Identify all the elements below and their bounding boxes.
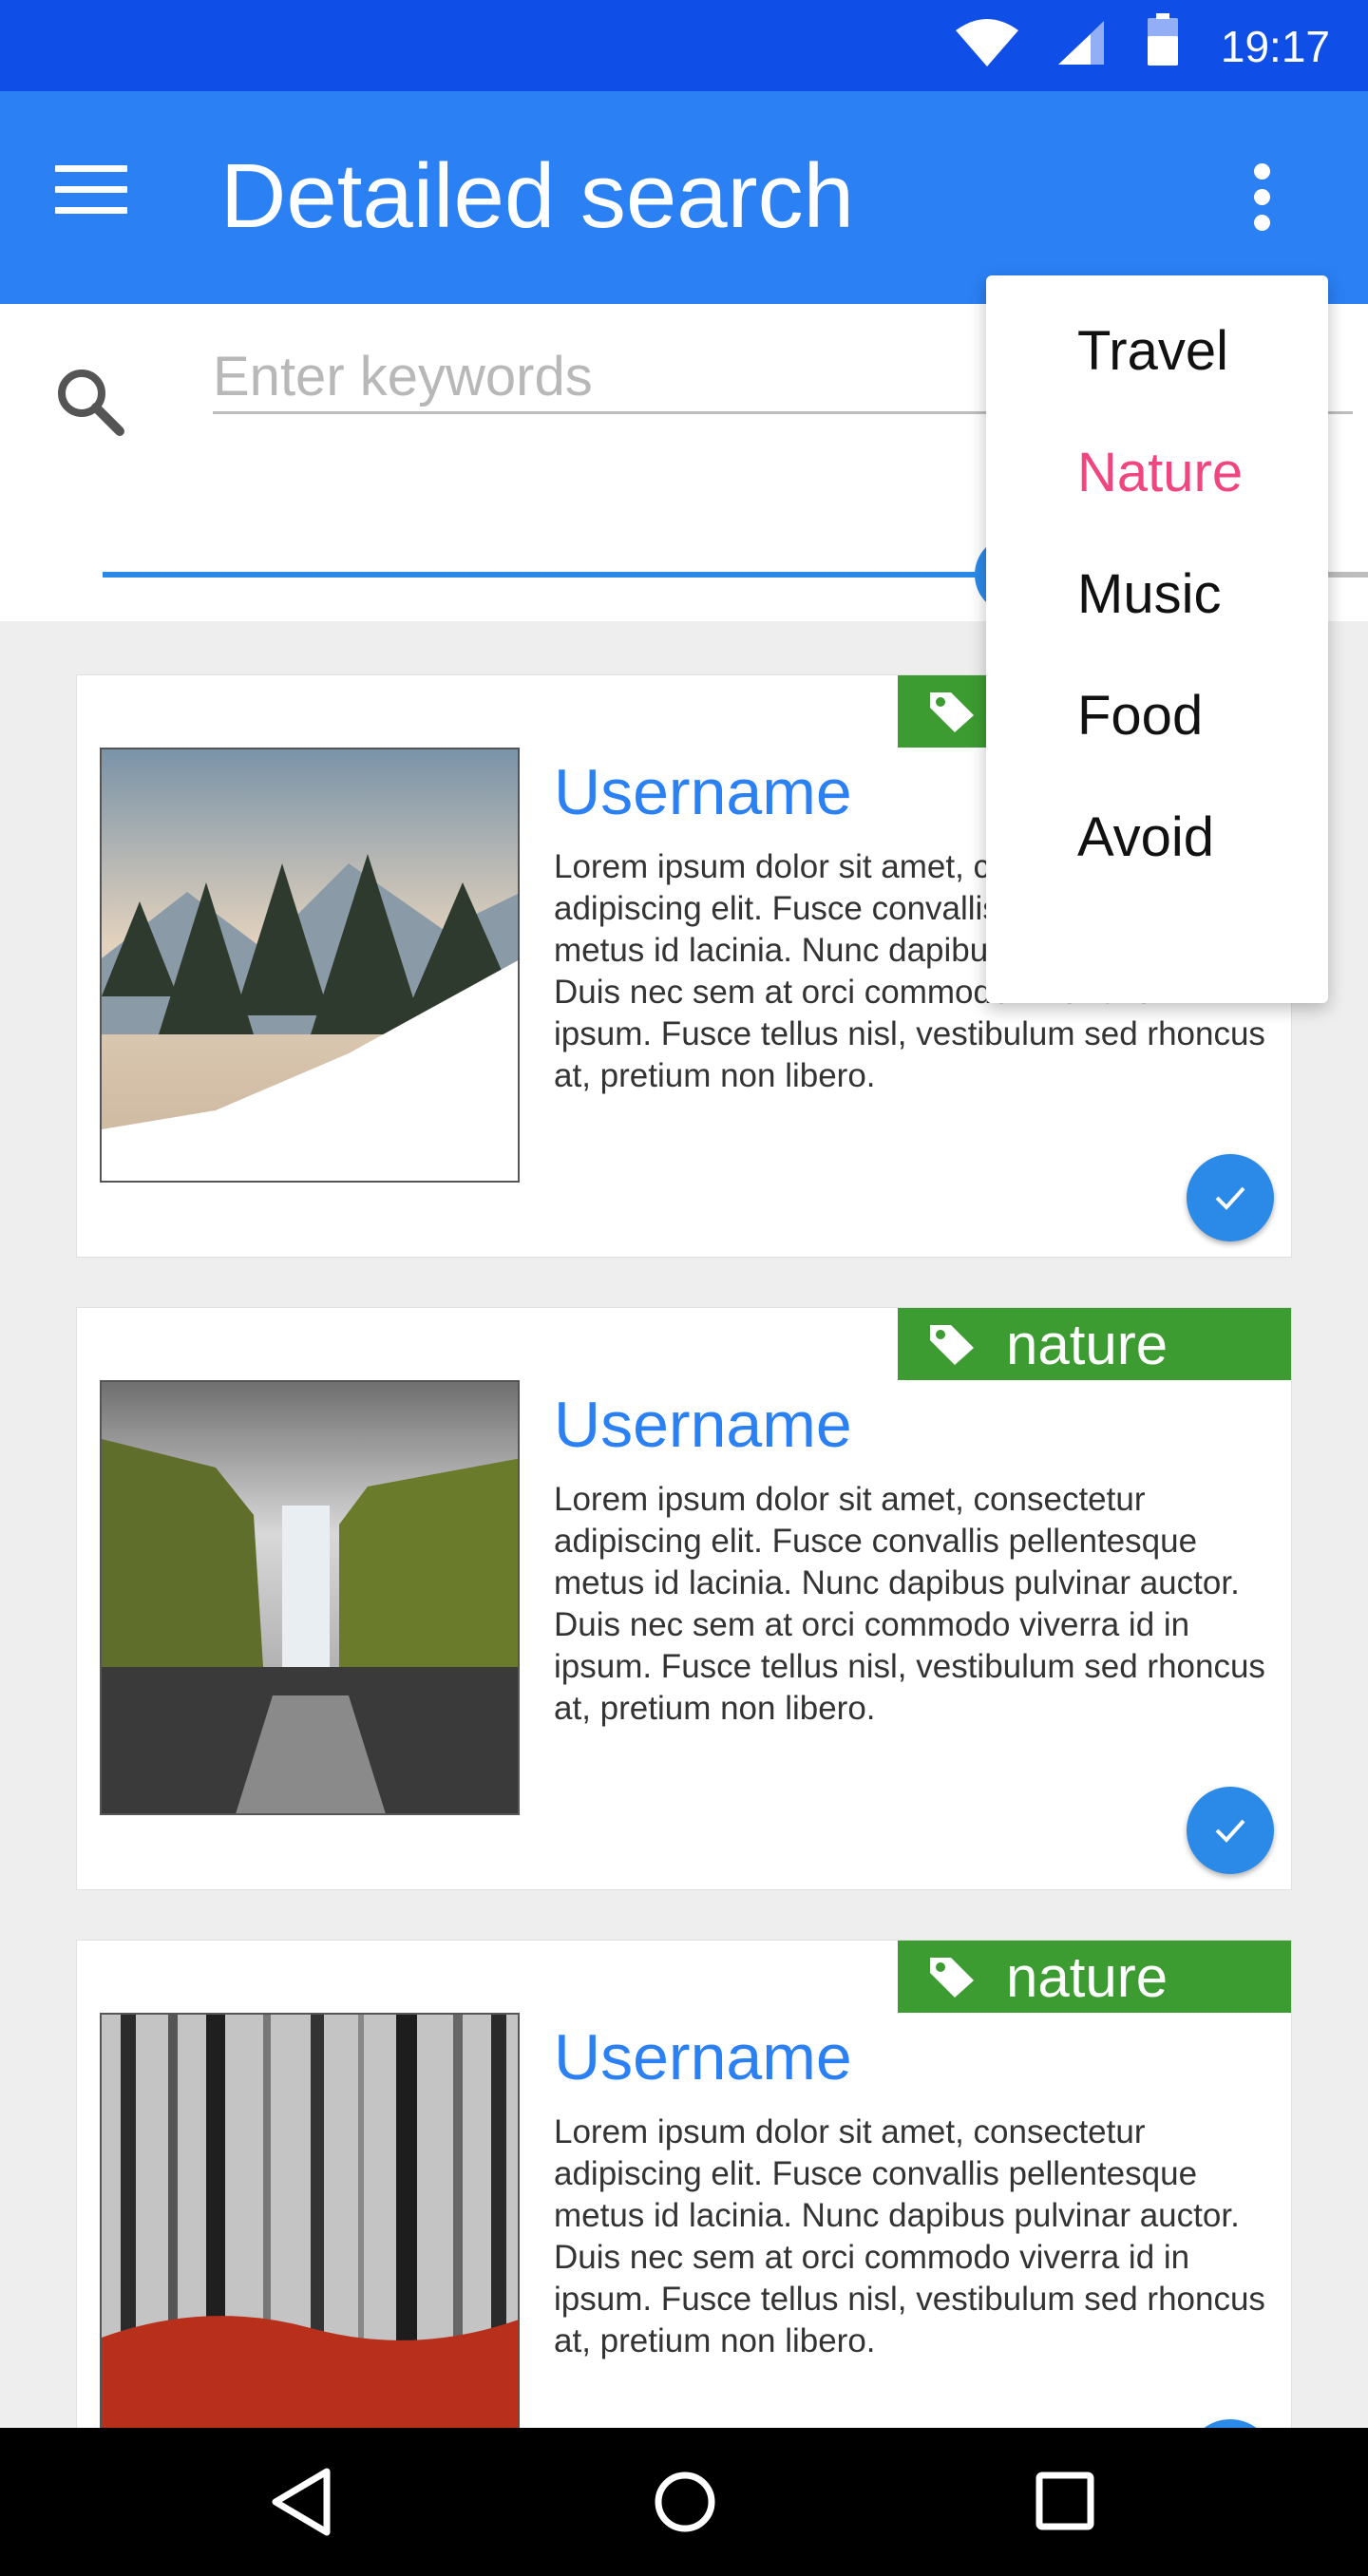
- tag-label: nature: [1006, 1313, 1168, 1376]
- wifi-icon: [954, 17, 1020, 73]
- back-icon[interactable]: [268, 2466, 334, 2543]
- signal-icon: [1056, 19, 1106, 71]
- card-username[interactable]: Username: [554, 755, 852, 829]
- menu-item-music[interactable]: Music: [986, 557, 1328, 678]
- hamburger-menu-icon[interactable]: [55, 165, 131, 226]
- menu-item-avoid[interactable]: Avoid: [986, 800, 1328, 921]
- menu-item-nature[interactable]: Nature: [986, 435, 1328, 557]
- card-image: [100, 748, 520, 1183]
- search-icon: [55, 367, 125, 442]
- category-tag: nature: [898, 1941, 1291, 2013]
- tag-icon: [928, 1323, 976, 1372]
- card-image: [100, 2013, 520, 2448]
- card-description: Lorem ipsum dolor sit amet, consectetur …: [554, 2113, 1265, 2359]
- tag-icon: [928, 1956, 976, 2004]
- recents-icon[interactable]: [1032, 2466, 1098, 2543]
- card-image: [100, 1380, 520, 1815]
- card-username[interactable]: Username: [554, 1388, 852, 1462]
- page-title: Detailed search: [220, 145, 855, 247]
- menu-item-food[interactable]: Food: [986, 678, 1328, 800]
- status-time: 19:17: [1220, 22, 1330, 71]
- tag-icon: [928, 691, 976, 739]
- check-button[interactable]: [1187, 1154, 1274, 1241]
- category-tag: nature: [898, 1308, 1291, 1380]
- result-card[interactable]: nature Username Lorem ipsum dolor sit am…: [76, 1307, 1292, 1890]
- home-icon[interactable]: [652, 2466, 718, 2543]
- app-bar: Detailed search: [0, 91, 1368, 304]
- category-dropdown-menu: Travel Nature Music Food Avoid: [986, 275, 1328, 1003]
- check-button[interactable]: [1187, 1787, 1274, 1874]
- menu-item-travel[interactable]: Travel: [986, 313, 1328, 435]
- navigation-bar: [0, 2428, 1368, 2576]
- card-description: Lorem ipsum dolor sit amet, consectetur …: [554, 1481, 1265, 1727]
- tag-label: nature: [1006, 1945, 1168, 2009]
- more-vertical-icon[interactable]: [1244, 163, 1279, 232]
- slider-fill: [103, 572, 1015, 578]
- card-username[interactable]: Username: [554, 2020, 852, 2094]
- battery-icon: [1146, 13, 1180, 71]
- status-bar: 19:17: [0, 0, 1368, 91]
